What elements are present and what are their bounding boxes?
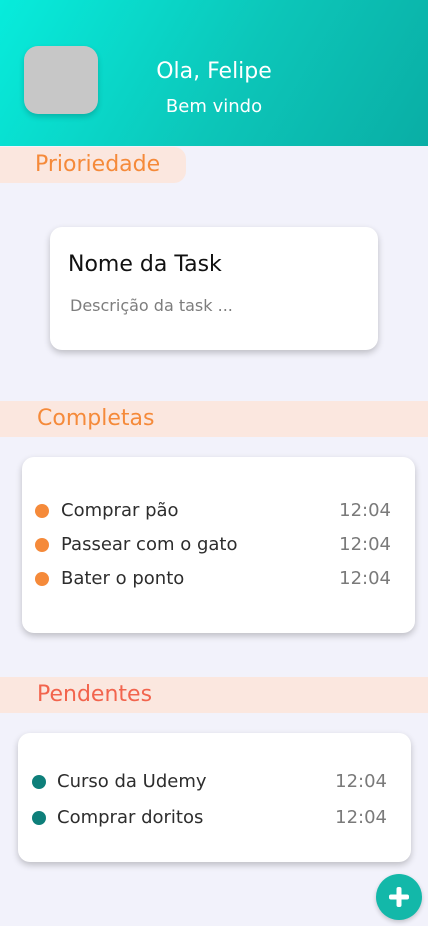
status-dot-icon: [35, 504, 49, 518]
list-item[interactable]: Comprar pão 12:04: [22, 499, 415, 523]
list-item[interactable]: Comprar doritos 12:04: [18, 806, 411, 830]
header: Ola, Felipe Bem vindo: [0, 0, 428, 146]
list-item[interactable]: Passear com o gato 12:04: [22, 533, 415, 557]
priority-task-card[interactable]: Nome da Task Descrição da task ...: [50, 227, 378, 350]
list-item-time: 12:04: [339, 500, 391, 521]
task-name: Nome da Task: [68, 252, 222, 277]
list-item-text: Comprar pão: [61, 500, 179, 521]
greeting-text: Ola, Felipe: [156, 59, 272, 84]
status-dot-icon: [35, 538, 49, 552]
welcome-text: Bem vindo: [165, 96, 263, 117]
status-dot-icon: [32, 811, 46, 825]
add-task-button[interactable]: [376, 874, 422, 920]
list-item-time: 12:04: [335, 771, 387, 792]
pending-section-label: Pendentes: [0, 677, 428, 713]
status-dot-icon: [32, 775, 46, 789]
pending-tasks-card: Curso da Udemy 12:04 Comprar doritos 12:…: [18, 733, 411, 862]
list-item-text: Curso da Udemy: [57, 771, 207, 792]
list-item-text: Passear com o gato: [61, 534, 238, 555]
avatar[interactable]: [24, 46, 98, 114]
list-item-text: Comprar doritos: [57, 807, 204, 828]
task-description: Descrição da task ...: [70, 296, 233, 315]
list-item-text: Bater o ponto: [61, 568, 185, 589]
list-item[interactable]: Bater o ponto 12:04: [22, 567, 415, 591]
list-item-time: 12:04: [335, 807, 387, 828]
list-item-time: 12:04: [339, 568, 391, 589]
list-item-time: 12:04: [339, 534, 391, 555]
app-screen: Ola, Felipe Bem vindo Prioriedade Nome d…: [0, 0, 428, 926]
priority-section-label: Prioriedade: [0, 147, 186, 183]
status-dot-icon: [35, 572, 49, 586]
completed-section-label: Completas: [0, 401, 428, 437]
completed-tasks-card: Comprar pão 12:04 Passear com o gato 12:…: [22, 457, 415, 633]
plus-icon: [389, 887, 409, 907]
list-item[interactable]: Curso da Udemy 12:04: [18, 770, 411, 794]
